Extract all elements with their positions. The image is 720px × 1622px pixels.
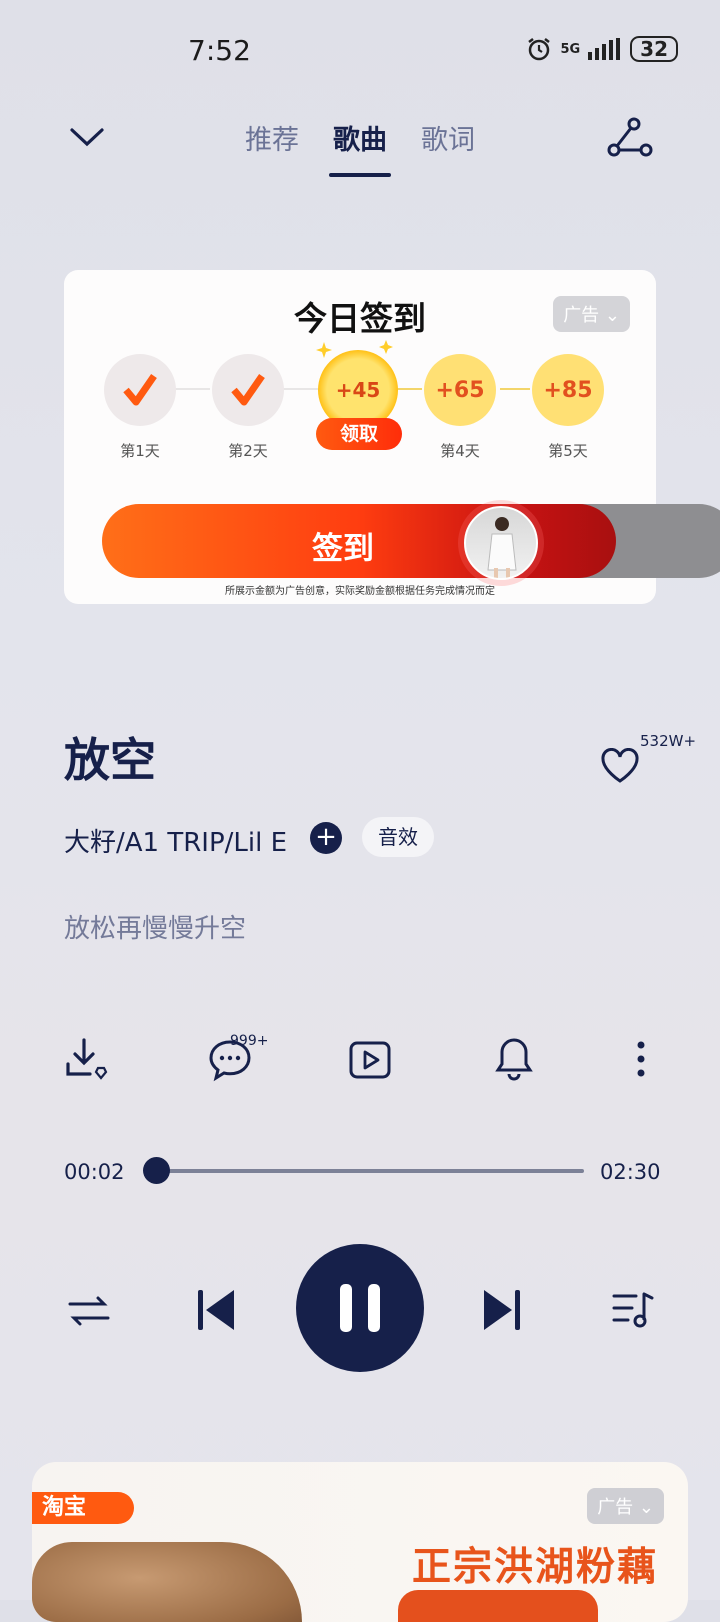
- ad-avatar: [464, 506, 538, 580]
- ad-disclaimer: 所展示金额为广告创意，实际奖励金额根据任务完成情况而定: [225, 586, 495, 597]
- signal-icon: [588, 38, 621, 60]
- song-title: 放空: [64, 733, 156, 787]
- download-icon[interactable]: [64, 1036, 110, 1082]
- sign-in-button[interactable]: 签到: [102, 504, 616, 578]
- day-connector: [394, 388, 422, 390]
- tab-recommend[interactable]: 推荐: [245, 118, 299, 157]
- taobao-badge: 淘宝: [32, 1492, 134, 1524]
- claim-button[interactable]: 领取: [316, 418, 402, 450]
- tab-song[interactable]: 歌曲: [329, 118, 391, 177]
- pause-button[interactable]: [296, 1244, 424, 1372]
- day-connector: [500, 388, 530, 390]
- day-connector: [174, 388, 210, 390]
- follow-artist-button[interactable]: +: [310, 822, 342, 854]
- video-icon[interactable]: [348, 1040, 392, 1080]
- ad-cta-strip[interactable]: [398, 1590, 598, 1622]
- day-5-coin: +85: [532, 354, 604, 426]
- ad-label: 广告: [563, 305, 600, 326]
- next-track-icon[interactable]: [480, 1288, 522, 1332]
- share-icon[interactable]: [606, 116, 654, 160]
- bottom-ad-banner[interactable]: 淘宝 广告 ⌄ 正宗洪湖粉藕: [32, 1462, 688, 1622]
- current-time: 00:02: [64, 1160, 125, 1184]
- previous-track-icon[interactable]: [196, 1288, 238, 1332]
- status-time: 7:52: [188, 34, 251, 67]
- check-icon: [123, 374, 157, 406]
- lotus-root-image: [32, 1542, 302, 1622]
- day-connector: [282, 388, 318, 390]
- more-options-icon[interactable]: [636, 1040, 646, 1078]
- total-time: 02:30: [600, 1160, 661, 1184]
- battery-indicator: 32: [630, 36, 678, 62]
- day-1-check: [104, 354, 176, 426]
- ad-headline: 正宗洪湖粉藕: [411, 1545, 658, 1590]
- person-figure-icon: [487, 517, 517, 578]
- current-lyric: 放松再慢慢升空: [64, 914, 247, 944]
- like-count: 532W+: [640, 732, 697, 750]
- bell-icon[interactable]: [492, 1036, 536, 1082]
- repeat-mode-icon[interactable]: [68, 1294, 110, 1328]
- artist-names[interactable]: 大籽/A1 TRIP/Lil E: [64, 822, 287, 859]
- heart-icon[interactable]: [600, 748, 640, 784]
- plus-icon: +: [315, 822, 337, 852]
- day-2-check: [212, 354, 284, 426]
- sound-effect-chip[interactable]: 音效: [362, 817, 434, 857]
- pause-icon: [340, 1284, 380, 1332]
- progress-knob[interactable]: [142, 1157, 170, 1184]
- ad-label-badge[interactable]: 广告 ⌄: [587, 1488, 664, 1524]
- ad-label-badge[interactable]: 广告 ⌄: [553, 296, 630, 332]
- day-2-label: 第2天: [228, 442, 268, 460]
- day-5-label: 第5天: [548, 442, 588, 460]
- day-4-coin: +65: [424, 354, 496, 426]
- tab-lyrics[interactable]: 歌词: [421, 118, 475, 157]
- day-1-label: 第1天: [120, 442, 160, 460]
- checkin-ad-card[interactable]: 今日签到 广告 ⌄ 第1天 第2天 +45 领取 +65 第4天 +85 第5天…: [64, 270, 720, 604]
- network-label: 5G: [560, 41, 581, 57]
- check-icon: [231, 374, 265, 406]
- progress-track[interactable]: [150, 1169, 584, 1173]
- day-4-label: 第4天: [440, 442, 480, 460]
- ad-label: 广告: [597, 1497, 634, 1518]
- comment-count: 999+: [230, 1033, 269, 1049]
- alarm-icon: [528, 38, 551, 61]
- status-icons: 5G 32: [526, 36, 678, 62]
- sign-in-label: 签到: [312, 531, 374, 567]
- playlist-icon[interactable]: [612, 1290, 654, 1330]
